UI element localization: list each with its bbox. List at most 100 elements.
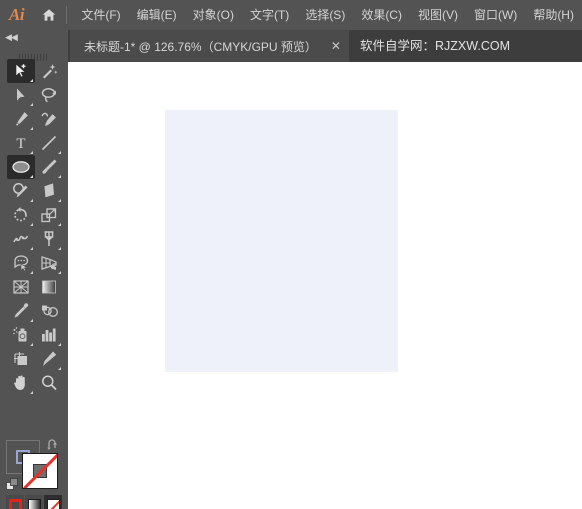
- tool-row: [7, 59, 63, 83]
- direct-selection-tool[interactable]: [7, 83, 35, 107]
- width-tool[interactable]: [7, 227, 35, 251]
- tool-row: [7, 83, 63, 107]
- menu-select[interactable]: 选择(S): [297, 0, 353, 30]
- type-tool[interactable]: T: [7, 131, 35, 155]
- svg-text:T: T: [16, 136, 25, 152]
- paintbrush-tool[interactable]: [35, 155, 63, 179]
- document-canvas[interactable]: [68, 62, 582, 509]
- perspective-grid-tool[interactable]: [35, 251, 63, 275]
- tool-flyout-indicator[interactable]: [30, 103, 33, 106]
- tool-row: [7, 275, 63, 299]
- lasso-tool[interactable]: [35, 83, 63, 107]
- menu-window[interactable]: 窗口(W): [466, 0, 525, 30]
- tool-flyout-indicator[interactable]: [30, 151, 33, 154]
- tool-flyout-indicator[interactable]: [30, 223, 33, 226]
- tool-row: T: [7, 131, 63, 155]
- tool-row: [7, 347, 63, 371]
- artboard[interactable]: [165, 110, 398, 372]
- selection-tool[interactable]: [7, 59, 35, 83]
- solid-color-icon: [8, 498, 22, 509]
- tool-flyout-indicator[interactable]: [30, 271, 33, 274]
- menu-file[interactable]: 文件(F): [73, 0, 128, 30]
- menu-help[interactable]: 帮助(H): [525, 0, 582, 30]
- rotate-tool[interactable]: [7, 203, 35, 227]
- symbol-sprayer-tool[interactable]: [7, 323, 35, 347]
- scale-tool[interactable]: [35, 203, 63, 227]
- tools-panel-header: ◀◀: [0, 30, 68, 44]
- tool-flyout-indicator[interactable]: [30, 247, 33, 250]
- illustrator-window: Ai 文件(F) 编辑(E) 对象(O) 文字(T) 选择(S) 效果(C) 视…: [0, 0, 582, 509]
- tool-row: [7, 227, 63, 251]
- tool-flyout-indicator[interactable]: [30, 175, 33, 178]
- ellipse-tool[interactable]: [7, 155, 35, 179]
- column-graph-tool[interactable]: [35, 323, 63, 347]
- default-fill-stroke-icon[interactable]: [6, 478, 19, 491]
- tool-flyout-indicator[interactable]: [30, 127, 33, 130]
- shaper-tool[interactable]: [7, 179, 35, 203]
- tool-flyout-indicator[interactable]: [58, 367, 61, 370]
- slice-tool[interactable]: [35, 347, 63, 371]
- tool-flyout-indicator[interactable]: [30, 343, 33, 346]
- home-icon[interactable]: [33, 0, 64, 30]
- document-tab-bar: 未标题-1* @ 126.76%（CMYK/GPU 预览） ✕ 软件自学网：RJ…: [0, 30, 582, 62]
- curvature-tool[interactable]: [35, 107, 63, 131]
- eraser-tool[interactable]: [35, 179, 63, 203]
- tool-flyout-indicator[interactable]: [58, 223, 61, 226]
- shape-builder-tool[interactable]: [7, 251, 35, 275]
- tools-grid: T: [7, 59, 63, 395]
- tool-row: [7, 179, 63, 203]
- tool-row: [7, 203, 63, 227]
- tool-flyout-indicator[interactable]: [30, 391, 33, 394]
- tool-row: [7, 107, 63, 131]
- tool-flyout-indicator[interactable]: [30, 199, 33, 202]
- mesh-tool[interactable]: [7, 275, 35, 299]
- fill-none-indicator: [23, 454, 57, 488]
- pen-tool[interactable]: [7, 107, 35, 131]
- app-logo-icon: Ai: [9, 5, 25, 24]
- menu-type[interactable]: 文字(T): [242, 0, 297, 30]
- watermark-text: 软件自学网：RJZXW.COM: [360, 39, 510, 53]
- tool-flyout-indicator[interactable]: [30, 79, 33, 82]
- tool-flyout-indicator[interactable]: [30, 319, 33, 322]
- none-swatch-icon: [46, 498, 60, 509]
- none-button[interactable]: [44, 495, 62, 509]
- eyedropper-tool[interactable]: [7, 299, 35, 323]
- tool-flyout-indicator[interactable]: [58, 271, 61, 274]
- free-transform-tool[interactable]: [35, 227, 63, 251]
- hand-tool[interactable]: [7, 371, 35, 395]
- tool-row: [7, 155, 63, 179]
- fill-color-swatch[interactable]: [22, 453, 58, 489]
- document-tab-label: 未标题-1* @ 126.76%（CMYK/GPU 预览）: [84, 39, 317, 54]
- menu-view[interactable]: 视图(V): [410, 0, 466, 30]
- menu-object[interactable]: 对象(O): [185, 0, 242, 30]
- tool-flyout-indicator[interactable]: [58, 151, 61, 154]
- zoom-tool[interactable]: [35, 371, 63, 395]
- gradient-button[interactable]: [25, 495, 43, 509]
- blend-tool[interactable]: [35, 299, 63, 323]
- menu-bar: Ai 文件(F) 编辑(E) 对象(O) 文字(T) 选择(S) 效果(C) 视…: [0, 0, 582, 30]
- tool-flyout-indicator[interactable]: [58, 247, 61, 250]
- tool-row: [7, 323, 63, 347]
- swap-fill-stroke-icon[interactable]: [46, 438, 60, 450]
- menu-effect[interactable]: 效果(C): [353, 0, 410, 30]
- line-segment-tool[interactable]: [35, 131, 63, 155]
- artboard-tool[interactable]: [7, 347, 35, 371]
- magic-wand-tool[interactable]: [35, 59, 63, 83]
- tool-row: [7, 251, 63, 275]
- tools-panel-drag-handle[interactable]: [19, 48, 49, 61]
- tools-panel: ◀◀ T: [0, 30, 68, 509]
- collapse-panel-icon[interactable]: ◀◀: [5, 32, 18, 42]
- gradient-tool[interactable]: [35, 275, 63, 299]
- menu-edit[interactable]: 编辑(E): [129, 0, 185, 30]
- gradient-swatch-icon: [27, 498, 41, 509]
- color-mode-buttons: [6, 495, 62, 509]
- tool-flyout-indicator[interactable]: [58, 343, 61, 346]
- tool-flyout-indicator[interactable]: [58, 175, 61, 178]
- document-tab[interactable]: 未标题-1* @ 126.76%（CMYK/GPU 预览） ✕: [70, 30, 349, 62]
- tool-row: [7, 299, 63, 323]
- menu-divider: [66, 6, 68, 24]
- tool-flyout-indicator[interactable]: [58, 199, 61, 202]
- close-icon[interactable]: ✕: [329, 39, 343, 53]
- color-button[interactable]: [6, 495, 24, 509]
- fill-stroke-control: [6, 438, 64, 491]
